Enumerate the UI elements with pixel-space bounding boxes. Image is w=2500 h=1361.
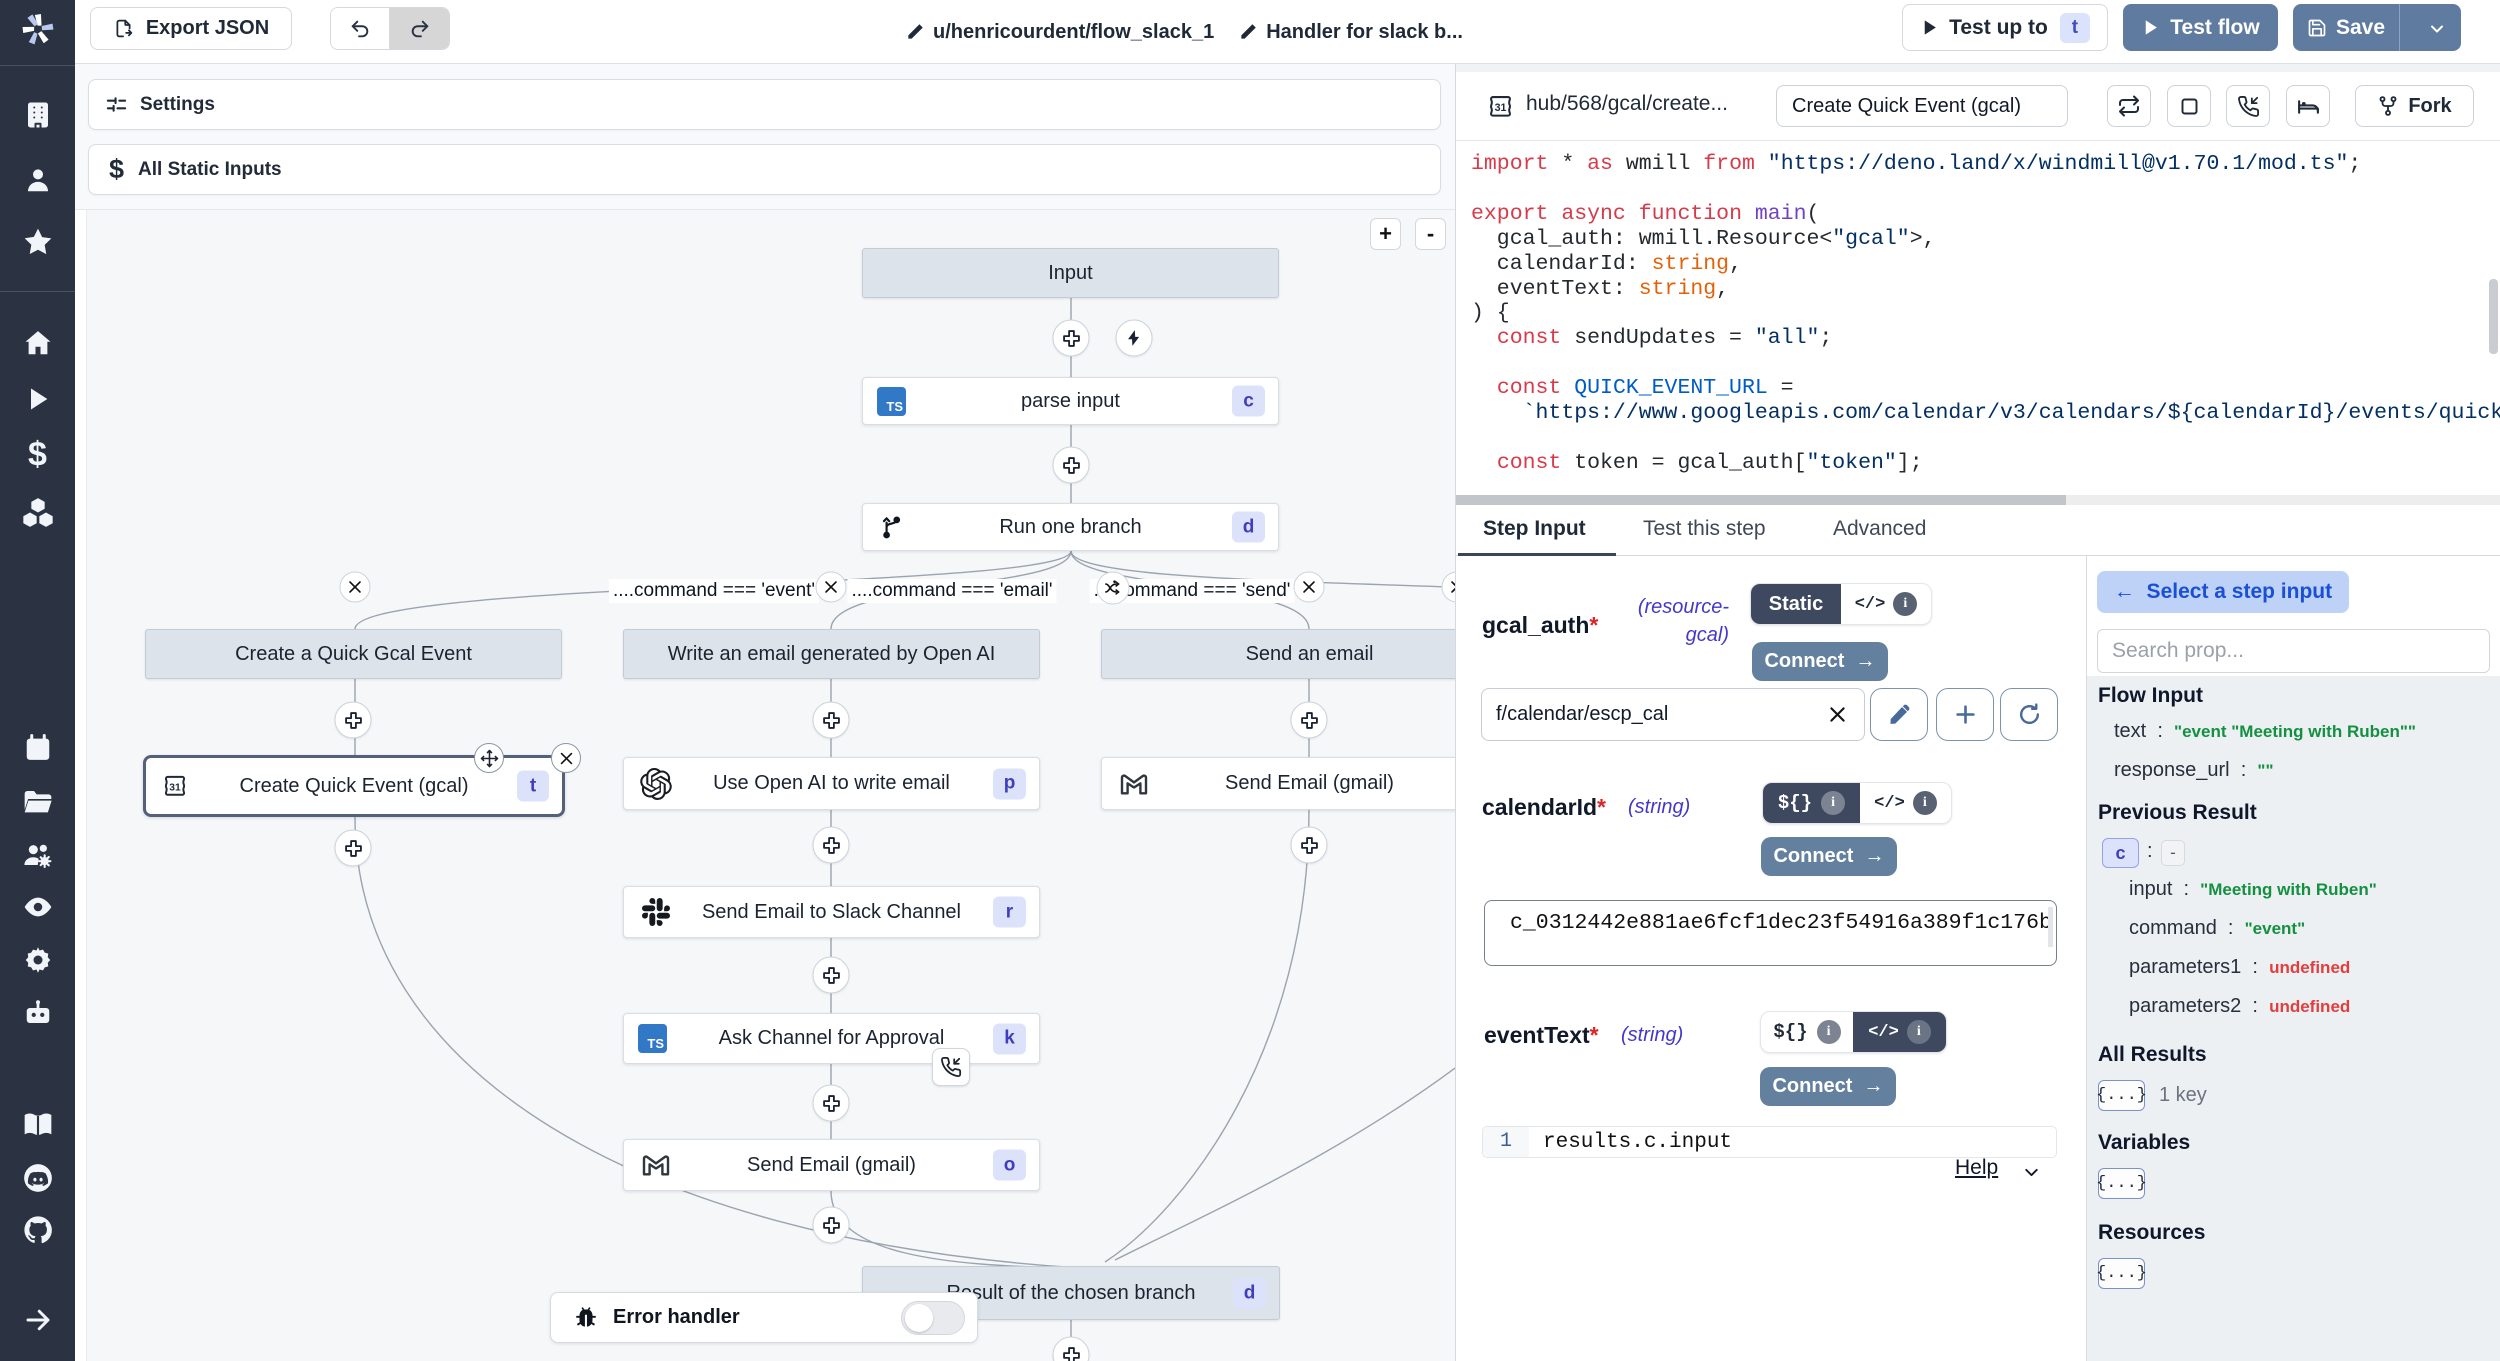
svg-text:31: 31 [1495, 102, 1507, 114]
